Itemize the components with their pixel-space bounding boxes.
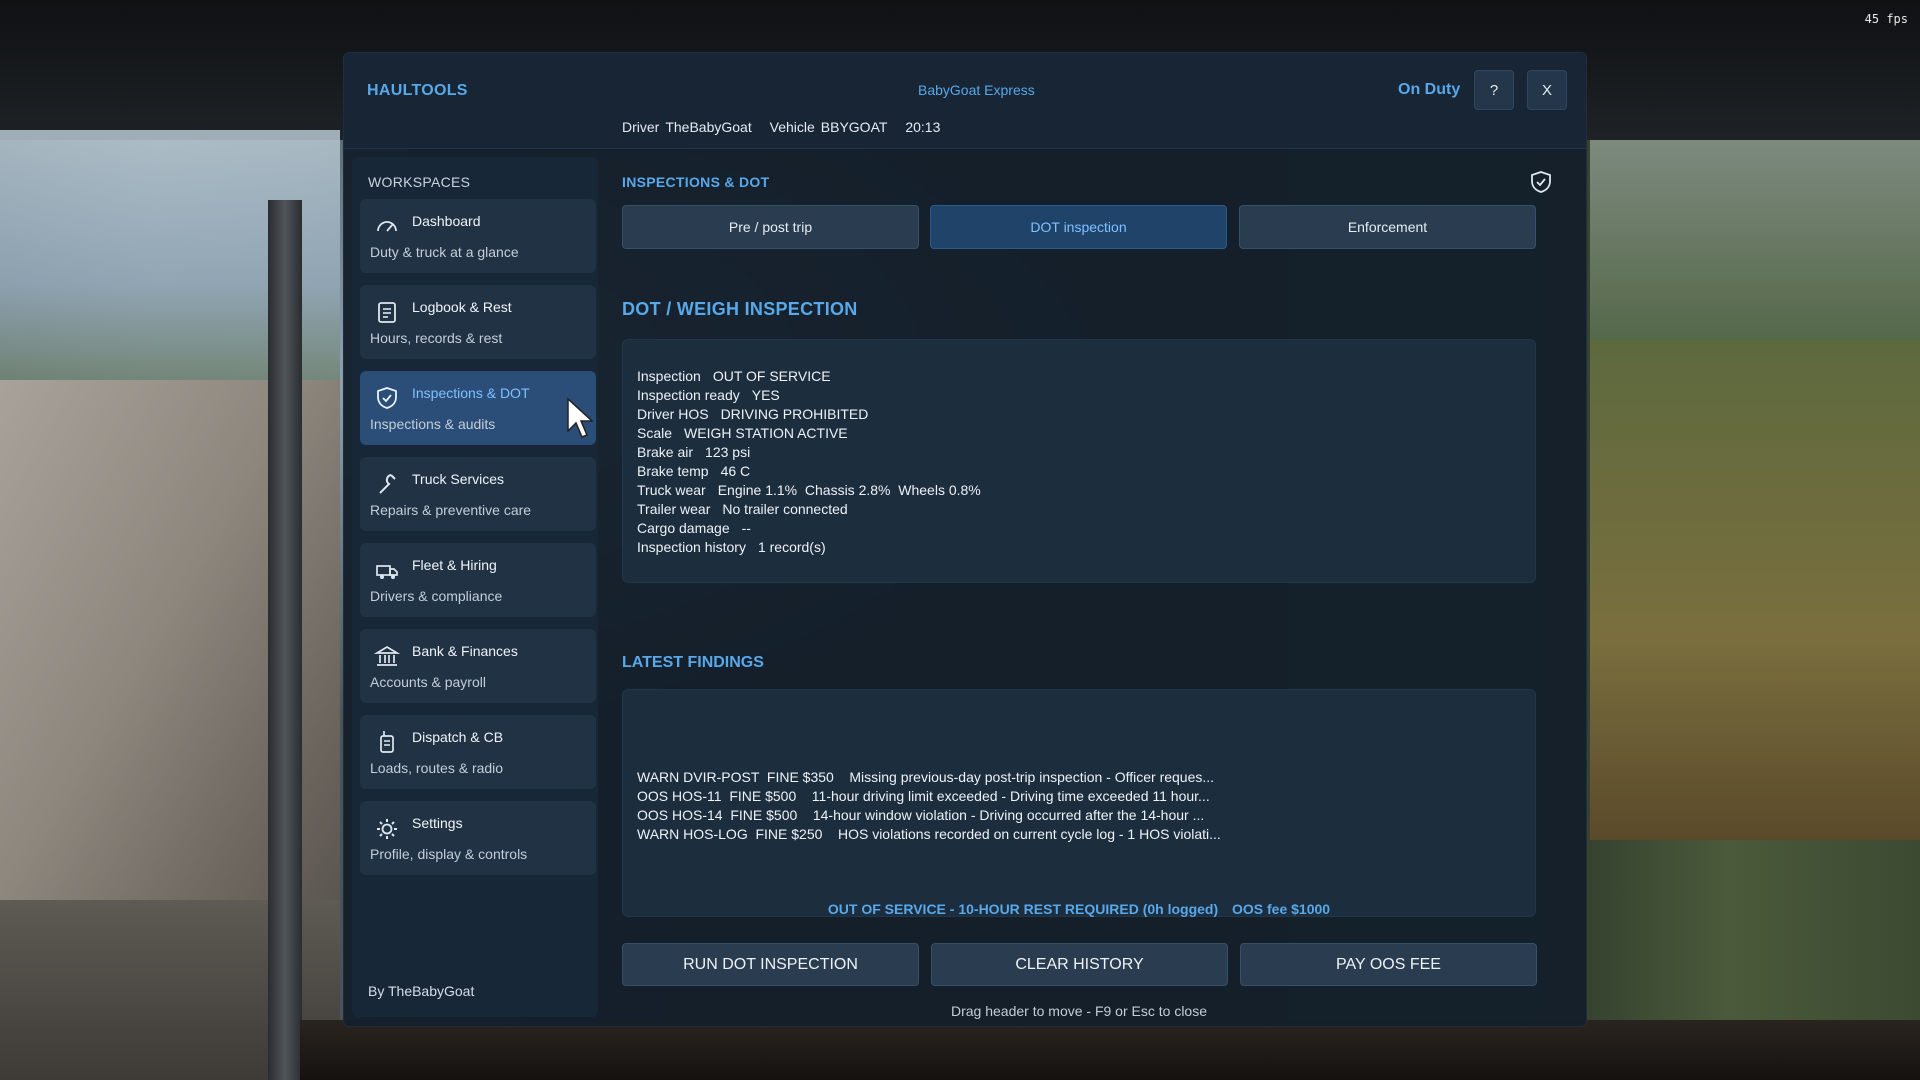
help-button[interactable]: ? (1474, 70, 1514, 110)
info-row-history: Inspection history 1 record(s) (637, 539, 826, 555)
info-row-trailer-wear: Trailer wear No trailer connected (637, 501, 848, 517)
radio-icon (380, 731, 394, 753)
truck-icon (376, 565, 398, 579)
findings-list: WARN DVIR-POST FINE $350 Missing previou… (637, 768, 1221, 844)
clock-time: 20:13 (905, 119, 941, 135)
logbook-icon (378, 302, 396, 323)
vehicle-label: Vehicle (769, 119, 815, 135)
sidebar-item-logbook[interactable]: Logbook & Rest Hours, records & rest (360, 285, 596, 359)
info-row-cargo-damage: Cargo damage -- (637, 520, 751, 536)
inspection-title: DOT / WEIGH INSPECTION (622, 299, 858, 319)
sidebar-item-truck-services[interactable]: Truck Services Repairs & preventive care (360, 457, 596, 531)
inspection-info-list: Inspection OUT OF SERVICE Inspection read… (637, 367, 981, 557)
info-row-brake-air: Brake air 123 psi (637, 444, 751, 460)
run-dot-inspection-button[interactable]: RUN DOT INSPECTION (622, 943, 919, 986)
pay-oos-fee-button[interactable]: PAY OOS FEE (1240, 943, 1537, 986)
finding-row: OOS HOS-11 FINE $500 11-hour driving lim… (637, 788, 1210, 804)
clear-history-button[interactable]: CLEAR HISTORY (931, 943, 1228, 986)
tab-dot-inspection[interactable]: DOT inspection (930, 205, 1227, 249)
sidebar-item-label: Truck Services (412, 471, 505, 487)
workspaces-title: WORKSPACES (368, 174, 471, 190)
finding-row: WARN HOS-LOG FINE $250 HOS violations re… (637, 826, 1221, 842)
sidebar-item-label: Settings (412, 815, 463, 831)
window-header[interactable]: HAULTOOLS BabyGoat Express On Duty ? X D… (344, 53, 1586, 149)
latest-findings-title: LATEST FINDINGS (622, 654, 764, 671)
finding-row: WARN DVIR-POST FINE $350 Missing previou… (637, 769, 1215, 785)
sidebar-item-label: Bank & Finances (412, 643, 518, 659)
info-row-inspection: Inspection OUT OF SERVICE (637, 368, 831, 384)
section-title: INSPECTIONS & DOT (622, 174, 770, 190)
sidebar-item-subtitle: Profile, display & controls (370, 846, 528, 862)
info-row-ready: Inspection ready YES (637, 387, 780, 403)
game-background-cab-pillar (268, 200, 302, 1080)
close-button[interactable]: X (1527, 70, 1567, 110)
sidebar-item-subtitle: Drivers & compliance (370, 588, 503, 604)
sidebar-item-subtitle: Inspections & audits (370, 416, 496, 432)
info-row-brake-temp: Brake temp 46 C (637, 463, 751, 479)
fps-counter: 45 fps (1864, 12, 1908, 26)
sidebar-item-bank[interactable]: Bank & Finances Accounts & payroll (360, 629, 596, 703)
footer-hint: Drag header to move - F9 or Esc to close (951, 1003, 1207, 1019)
findings-box: WARN DVIR-POST FINE $350 Missing previou… (622, 689, 1536, 917)
app-title: HAULTOOLS (367, 82, 468, 99)
haultools-window: HAULTOOLS BabyGoat Express On Duty ? X D… (343, 52, 1587, 1027)
driver-label: Driver (622, 119, 660, 135)
duty-status[interactable]: On Duty (1398, 81, 1460, 99)
bank-icon (374, 646, 400, 666)
author-credit: By TheBabyGoat (368, 983, 475, 999)
company-name: BabyGoat Express (918, 82, 1035, 98)
oos-status-line: OUT OF SERVICE - 10-HOUR REST REQUIRED (… (622, 901, 1536, 917)
sidebar-item-label: Inspections & DOT (412, 385, 530, 401)
inspection-info-box: Inspection OUT OF SERVICE Inspection read… (622, 339, 1536, 583)
info-row-truck-wear: Truck wear Engine 1.1% Chassis 2.8% Wheel… (637, 482, 981, 498)
sidebar-item-settings[interactable]: Settings Profile, display & controls (360, 801, 596, 875)
game-background-field (1590, 340, 1920, 840)
oos-fee-text: OOS fee $1000 (1232, 901, 1331, 917)
gear-icon (377, 819, 397, 839)
header-meta: Driver TheBabyGoat Vehicle BBYGOAT 20:13 (622, 119, 954, 135)
sidebar-item-subtitle: Hours, records & rest (370, 330, 503, 346)
finding-row: OOS HOS-14 FINE $500 14-hour window viol… (637, 807, 1205, 823)
sidebar-item-fleet[interactable]: Fleet & Hiring Drivers & compliance (360, 543, 596, 617)
workspaces-sidebar: WORKSPACES Dashboard Duty & truck at a g… (352, 157, 598, 1017)
game-background-forest (1590, 140, 1920, 340)
sidebar-item-label: Dashboard (412, 213, 481, 229)
info-row-scale: Scale WEIGH STATION ACTIVE (637, 425, 848, 441)
sidebar-item-subtitle: Duty & truck at a glance (370, 244, 519, 260)
gauge-icon (377, 221, 397, 232)
sidebar-item-label: Logbook & Rest (412, 299, 512, 315)
tab-enforcement[interactable]: Enforcement (1239, 205, 1536, 249)
vehicle-value: BBYGOAT (820, 119, 888, 135)
info-row-driver-hos: Driver HOS DRIVING PROHIBITED (637, 406, 869, 422)
sidebar-item-subtitle: Loads, routes & radio (370, 760, 504, 776)
sidebar-item-subtitle: Accounts & payroll (370, 674, 486, 690)
sidebar-item-label: Fleet & Hiring (412, 557, 497, 573)
shield-icon (377, 387, 397, 409)
tab-pre-post-trip[interactable]: Pre / post trip (622, 205, 919, 249)
sidebar-item-label: Dispatch & CB (412, 729, 504, 745)
oos-status-text: OUT OF SERVICE - 10-HOUR REST REQUIRED (… (827, 901, 1219, 917)
sidebar-item-subtitle: Repairs & preventive care (370, 502, 532, 518)
shield-check-icon (1531, 171, 1551, 193)
driver-value: TheBabyGoat (665, 119, 752, 135)
sidebar-item-inspections[interactable]: Inspections & DOT Inspections & audits (360, 371, 596, 445)
game-background-dashboard (300, 1020, 1920, 1080)
sidebar-item-dispatch[interactable]: Dispatch & CB Loads, routes & radio (360, 715, 596, 789)
wrench-icon (379, 474, 396, 494)
mouse-cursor-icon (567, 397, 594, 438)
sidebar-item-dashboard[interactable]: Dashboard Duty & truck at a glance (360, 199, 596, 273)
